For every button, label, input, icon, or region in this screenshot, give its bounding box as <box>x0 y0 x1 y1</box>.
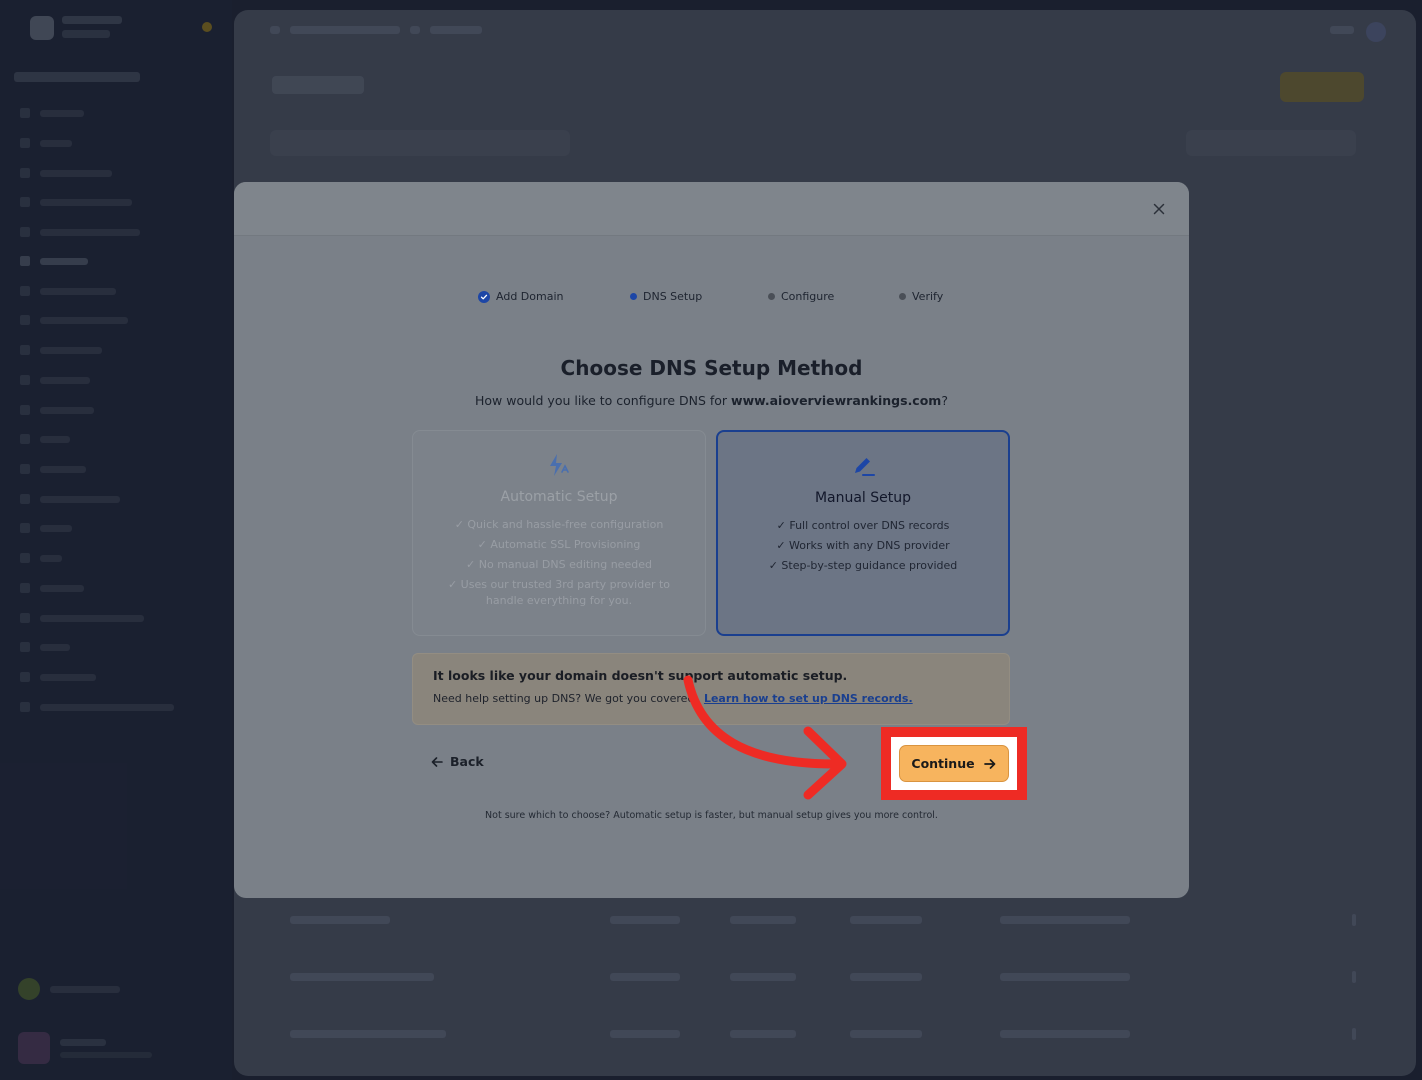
dialog-subtitle: How would you like to configure DNS for … <box>475 393 948 408</box>
stepper: Add Domain DNS Setup Configure Verify <box>234 290 1189 306</box>
option-title: Manual Setup <box>814 490 912 506</box>
feature-item: ✓ No manual DNS editing needed <box>466 558 652 571</box>
unsupported-notice: It looks like your domain doesn't suppor… <box>412 653 1010 725</box>
manual-setup-option[interactable]: Manual Setup ✓ Full control over DNS rec… <box>716 430 1010 636</box>
current-step-dot <box>630 293 637 300</box>
feature-item: ✓ Automatic SSL Provisioning <box>477 538 641 551</box>
footer-hint: Not sure which to choose? Automatic setu… <box>485 810 938 821</box>
close-icon <box>1153 203 1165 215</box>
continue-button[interactable]: Continue <box>899 745 1009 782</box>
feature-item: ✓ Quick and hassle-free configuration <box>454 518 664 531</box>
step-add-domain: Add Domain <box>478 290 563 303</box>
dns-setup-dialog: Add Domain DNS Setup Configure Verify Ch… <box>234 182 1189 898</box>
feature-item: ✓ Full control over DNS records <box>776 519 950 532</box>
domain-name: www.aioverviewrankings.com <box>731 393 942 408</box>
dialog-title: Choose DNS Setup Method <box>560 356 863 380</box>
lightning-icon <box>545 451 573 479</box>
feature-list: ✓ Full control over DNS records ✓ Works … <box>718 516 1008 576</box>
feature-item: ✓ Uses our trusted 3rd party provider to… <box>447 578 671 607</box>
notice-title: It looks like your domain doesn't suppor… <box>433 668 848 683</box>
step-dns-setup: DNS Setup <box>630 290 702 303</box>
option-title: Automatic Setup <box>500 489 618 505</box>
check-circle-icon <box>478 290 490 303</box>
notice-help: Need help setting up DNS? We got you cov… <box>433 692 913 705</box>
step-verify: Verify <box>899 290 943 303</box>
feature-list: ✓ Quick and hassle-free configuration ✓ … <box>413 515 705 609</box>
pencil-icon <box>849 452 877 480</box>
feature-item: ✓ Step-by-step guidance provided <box>768 559 958 572</box>
close-button[interactable] <box>1149 199 1169 219</box>
dns-help-link[interactable]: Learn how to set up DNS records. <box>704 692 913 705</box>
pending-step-dot <box>899 293 906 300</box>
pending-step-dot <box>768 293 775 300</box>
feature-item: ✓ Works with any DNS provider <box>776 539 950 552</box>
back-button[interactable]: Back <box>430 754 484 769</box>
automatic-setup-option[interactable]: Automatic Setup ✓ Quick and hassle-free … <box>412 430 706 636</box>
dialog-header <box>234 182 1189 236</box>
step-configure: Configure <box>768 290 834 303</box>
arrow-right-icon <box>983 758 995 769</box>
arrow-left-icon <box>431 756 443 767</box>
